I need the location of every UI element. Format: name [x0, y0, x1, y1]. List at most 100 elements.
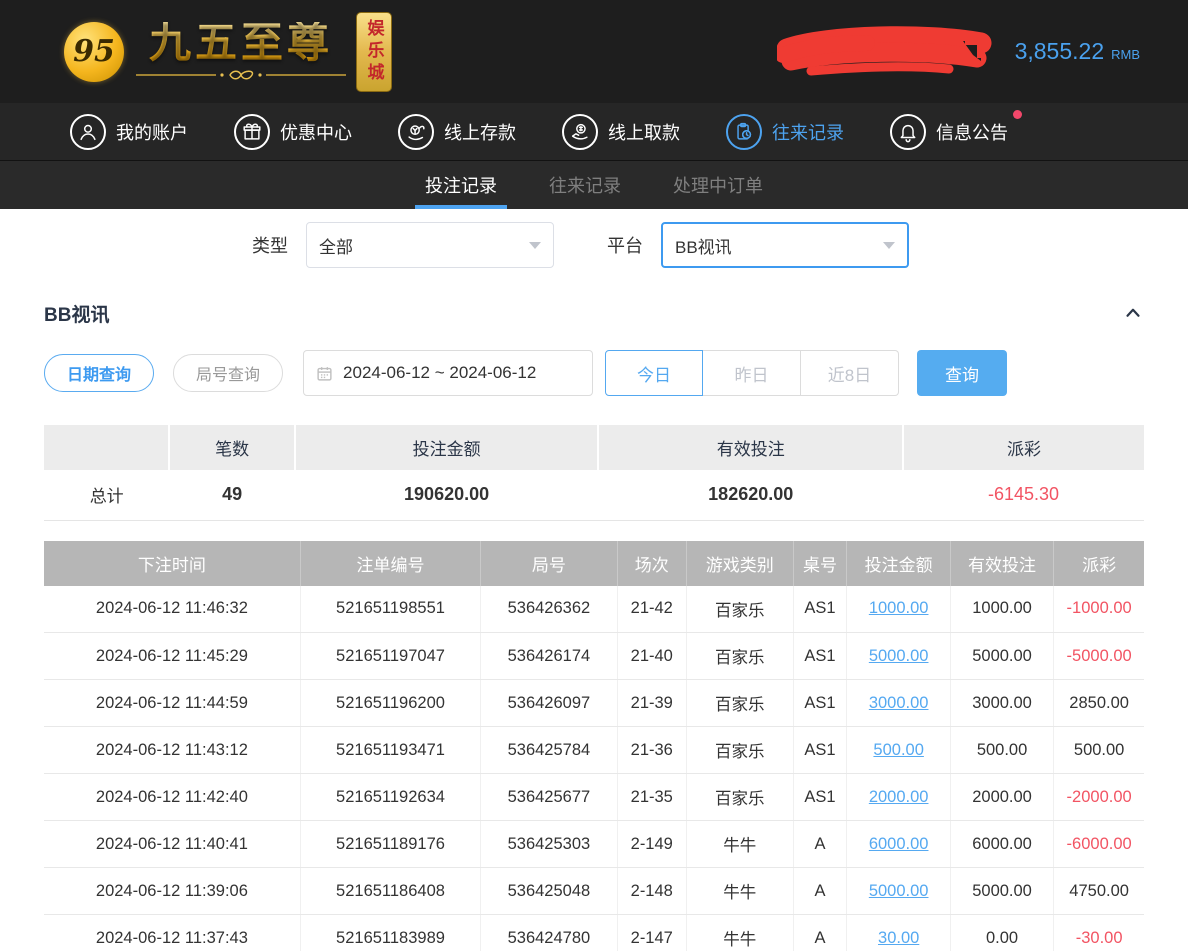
nav-item-promotions[interactable]: 优惠中心	[234, 114, 352, 150]
bet-amount-link[interactable]: 1000.00	[869, 599, 929, 617]
game-type: 百家乐	[686, 727, 793, 774]
main-navbar: 我的账户 优惠中心 线上存款	[0, 103, 1188, 161]
bet-amount-link[interactable]: 5000.00	[869, 647, 929, 665]
order-id: 521651183989	[300, 915, 480, 951]
date-query-button[interactable]: 日期查询	[44, 354, 154, 392]
brand-logo[interactable]: 95 九五至尊 娱乐城	[64, 12, 392, 92]
payout: -30.00	[1054, 915, 1144, 951]
redacted-username-scribble	[777, 25, 1001, 79]
round-id: 536425677	[481, 774, 617, 821]
bet-amount-link[interactable]: 500.00	[873, 741, 923, 759]
game-type: 百家乐	[686, 633, 793, 680]
valid-bet: 1000.00	[950, 586, 1053, 633]
bet-time: 2024-06-12 11:42:40	[44, 774, 300, 821]
notification-dot	[1013, 110, 1022, 119]
table-row: 2024-06-12 11:42:40 521651192634 5364256…	[44, 774, 1144, 821]
table-no: AS1	[793, 680, 847, 727]
nav-item-records[interactable]: 往来记录	[726, 114, 844, 150]
collapse-section-button[interactable]	[1122, 302, 1144, 324]
nav-item-announcements[interactable]: 信息公告	[890, 114, 1008, 150]
round-id: 536425048	[481, 868, 617, 915]
chevron-down-icon	[883, 242, 895, 249]
gift-icon	[234, 114, 270, 150]
col-session: 场次	[617, 541, 686, 586]
bet-amount-link[interactable]: 6000.00	[869, 835, 929, 853]
bet-amount-cell: 2000.00	[847, 774, 950, 821]
bet-amount-link[interactable]: 30.00	[878, 929, 919, 947]
today-button[interactable]: 今日	[605, 350, 703, 396]
bet-time: 2024-06-12 11:44:59	[44, 680, 300, 727]
summary-table: 笔数 投注金额 有效投注 派彩 总计 49 190620.00 182620.0…	[44, 425, 1144, 521]
col-payout: 派彩	[1054, 541, 1144, 586]
game-type: 百家乐	[686, 774, 793, 821]
game-type: 牛牛	[686, 821, 793, 868]
tab-transaction-records[interactable]: 往来记录	[545, 161, 625, 209]
brand-name: 九五至尊	[149, 22, 333, 64]
platform-select[interactable]: BB视讯	[661, 222, 909, 268]
session: 2-148	[617, 868, 686, 915]
yesterday-button[interactable]: 昨日	[703, 350, 801, 396]
nav-item-withdraw[interactable]: 线上取款	[562, 114, 680, 150]
type-select-value: 全部	[319, 233, 529, 258]
session: 2-147	[617, 915, 686, 951]
payout: -2000.00	[1054, 774, 1144, 821]
bet-time: 2024-06-12 11:46:32	[44, 586, 300, 633]
flourish-ornament-icon	[136, 68, 346, 82]
round-query-button[interactable]: 局号查询	[173, 354, 283, 392]
date-range-input[interactable]: 2024-06-12 ~ 2024-06-12	[303, 350, 593, 396]
bet-time: 2024-06-12 11:37:43	[44, 915, 300, 951]
round-id: 536426362	[481, 586, 617, 633]
bet-time: 2024-06-12 11:45:29	[44, 633, 300, 680]
bet-records-table: 下注时间 注单编号 局号 场次 游戏类别 桌号 投注金额 有效投注 派彩 202…	[44, 541, 1144, 951]
bet-amount-link[interactable]: 3000.00	[869, 694, 929, 712]
summary-header-count: 笔数	[169, 425, 294, 470]
col-order-id: 注单编号	[300, 541, 480, 586]
valid-bet: 5000.00	[950, 868, 1053, 915]
payout: 2850.00	[1054, 680, 1144, 727]
table-row: 2024-06-12 11:46:32 521651198551 5364263…	[44, 586, 1144, 633]
type-select[interactable]: 全部	[306, 222, 554, 268]
table-row: 2024-06-12 11:39:06 521651186408 5364250…	[44, 868, 1144, 915]
tab-bet-records[interactable]: 投注记录	[421, 161, 501, 209]
nav-item-my-account[interactable]: 我的账户	[70, 114, 188, 150]
date-shortcut-group: 今日 昨日 近8日	[605, 350, 899, 396]
session: 21-40	[617, 633, 686, 680]
session: 21-35	[617, 774, 686, 821]
order-id: 521651197047	[300, 633, 480, 680]
game-type: 百家乐	[686, 586, 793, 633]
session: 21-39	[617, 680, 686, 727]
table-header-row: 下注时间 注单编号 局号 场次 游戏类别 桌号 投注金额 有效投注 派彩	[44, 541, 1144, 586]
search-button[interactable]: 查询	[917, 350, 1007, 396]
session: 21-42	[617, 586, 686, 633]
table-row: 2024-06-12 11:44:59 521651196200 5364260…	[44, 680, 1144, 727]
date-range-value: 2024-06-12 ~ 2024-06-12	[343, 363, 536, 383]
tab-pending-orders[interactable]: 处理中订单	[669, 161, 767, 209]
bet-time: 2024-06-12 11:40:41	[44, 821, 300, 868]
valid-bet: 2000.00	[950, 774, 1053, 821]
payout: 4750.00	[1054, 868, 1144, 915]
order-id: 521651186408	[300, 868, 480, 915]
valid-bet: 500.00	[950, 727, 1053, 774]
bet-time: 2024-06-12 11:39:06	[44, 868, 300, 915]
bet-amount-cell: 500.00	[847, 727, 950, 774]
bet-amount-cell: 3000.00	[847, 680, 950, 727]
game-type: 牛牛	[686, 915, 793, 951]
balance-currency: RMB	[1111, 41, 1140, 62]
summary-bet-amount: 190620.00	[295, 470, 599, 520]
table-row: 2024-06-12 11:37:43 521651183989 5364247…	[44, 915, 1144, 951]
nav-item-deposit[interactable]: 线上存款	[398, 114, 516, 150]
round-id: 536425784	[481, 727, 617, 774]
last-8-days-button[interactable]: 近8日	[801, 350, 899, 396]
bet-amount-cell: 30.00	[847, 915, 950, 951]
summary-header-payout: 派彩	[903, 425, 1144, 470]
round-id: 536424780	[481, 915, 617, 951]
table-no: A	[793, 868, 847, 915]
bet-amount-cell: 5000.00	[847, 868, 950, 915]
order-id: 521651198551	[300, 586, 480, 633]
brand-badge: 娱乐城	[356, 12, 392, 92]
bet-amount-link[interactable]: 2000.00	[869, 788, 929, 806]
order-id: 521651196200	[300, 680, 480, 727]
table-no: AS1	[793, 774, 847, 821]
bet-amount-link[interactable]: 5000.00	[869, 882, 929, 900]
summary-valid-bet: 182620.00	[598, 470, 903, 520]
